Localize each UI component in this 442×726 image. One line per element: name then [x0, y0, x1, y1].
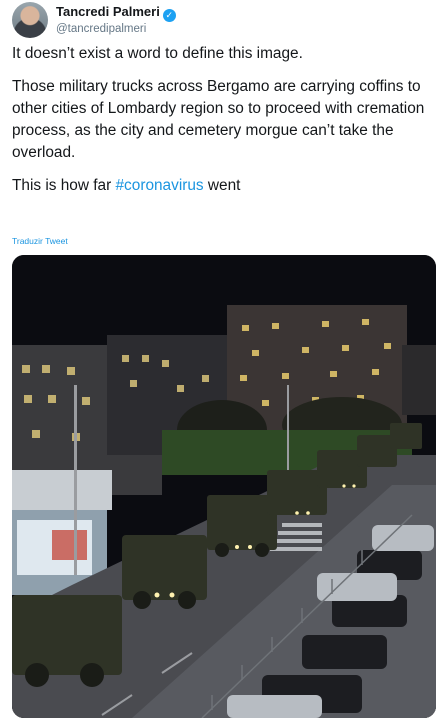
avatar[interactable] [12, 2, 48, 38]
hashtag-link[interactable]: #coronavirus [116, 177, 204, 194]
tweet-header: Tancredi Palmeri ✓ @tancredipalmeri [12, 2, 432, 42]
tweet-paragraph-2: Those military trucks across Bergamo are… [12, 78, 425, 161]
author-block[interactable]: Tancredi Palmeri ✓ @tancredipalmeri [56, 4, 176, 37]
tweet-text: It doesn’t exist a word to define this i… [12, 43, 432, 208]
tweet-line-3-after: went [203, 177, 241, 194]
tweet-line-1: It doesn’t exist a word to define this i… [12, 45, 303, 62]
translate-tweet-link[interactable]: Traduzir Tweet [12, 236, 68, 246]
night-street-photo [12, 255, 436, 718]
tweet-line-3: This is how far #coronavirus went [12, 175, 432, 197]
author-handle[interactable]: @tancredipalmeri [56, 22, 176, 37]
verified-badge-icon: ✓ [162, 9, 176, 22]
author-name-text[interactable]: Tancredi Palmeri [56, 4, 160, 19]
tweet-photo[interactable] [12, 255, 436, 718]
tweet-line-3-before: This is how far [12, 177, 116, 194]
author-name[interactable]: Tancredi Palmeri ✓ [56, 4, 176, 22]
